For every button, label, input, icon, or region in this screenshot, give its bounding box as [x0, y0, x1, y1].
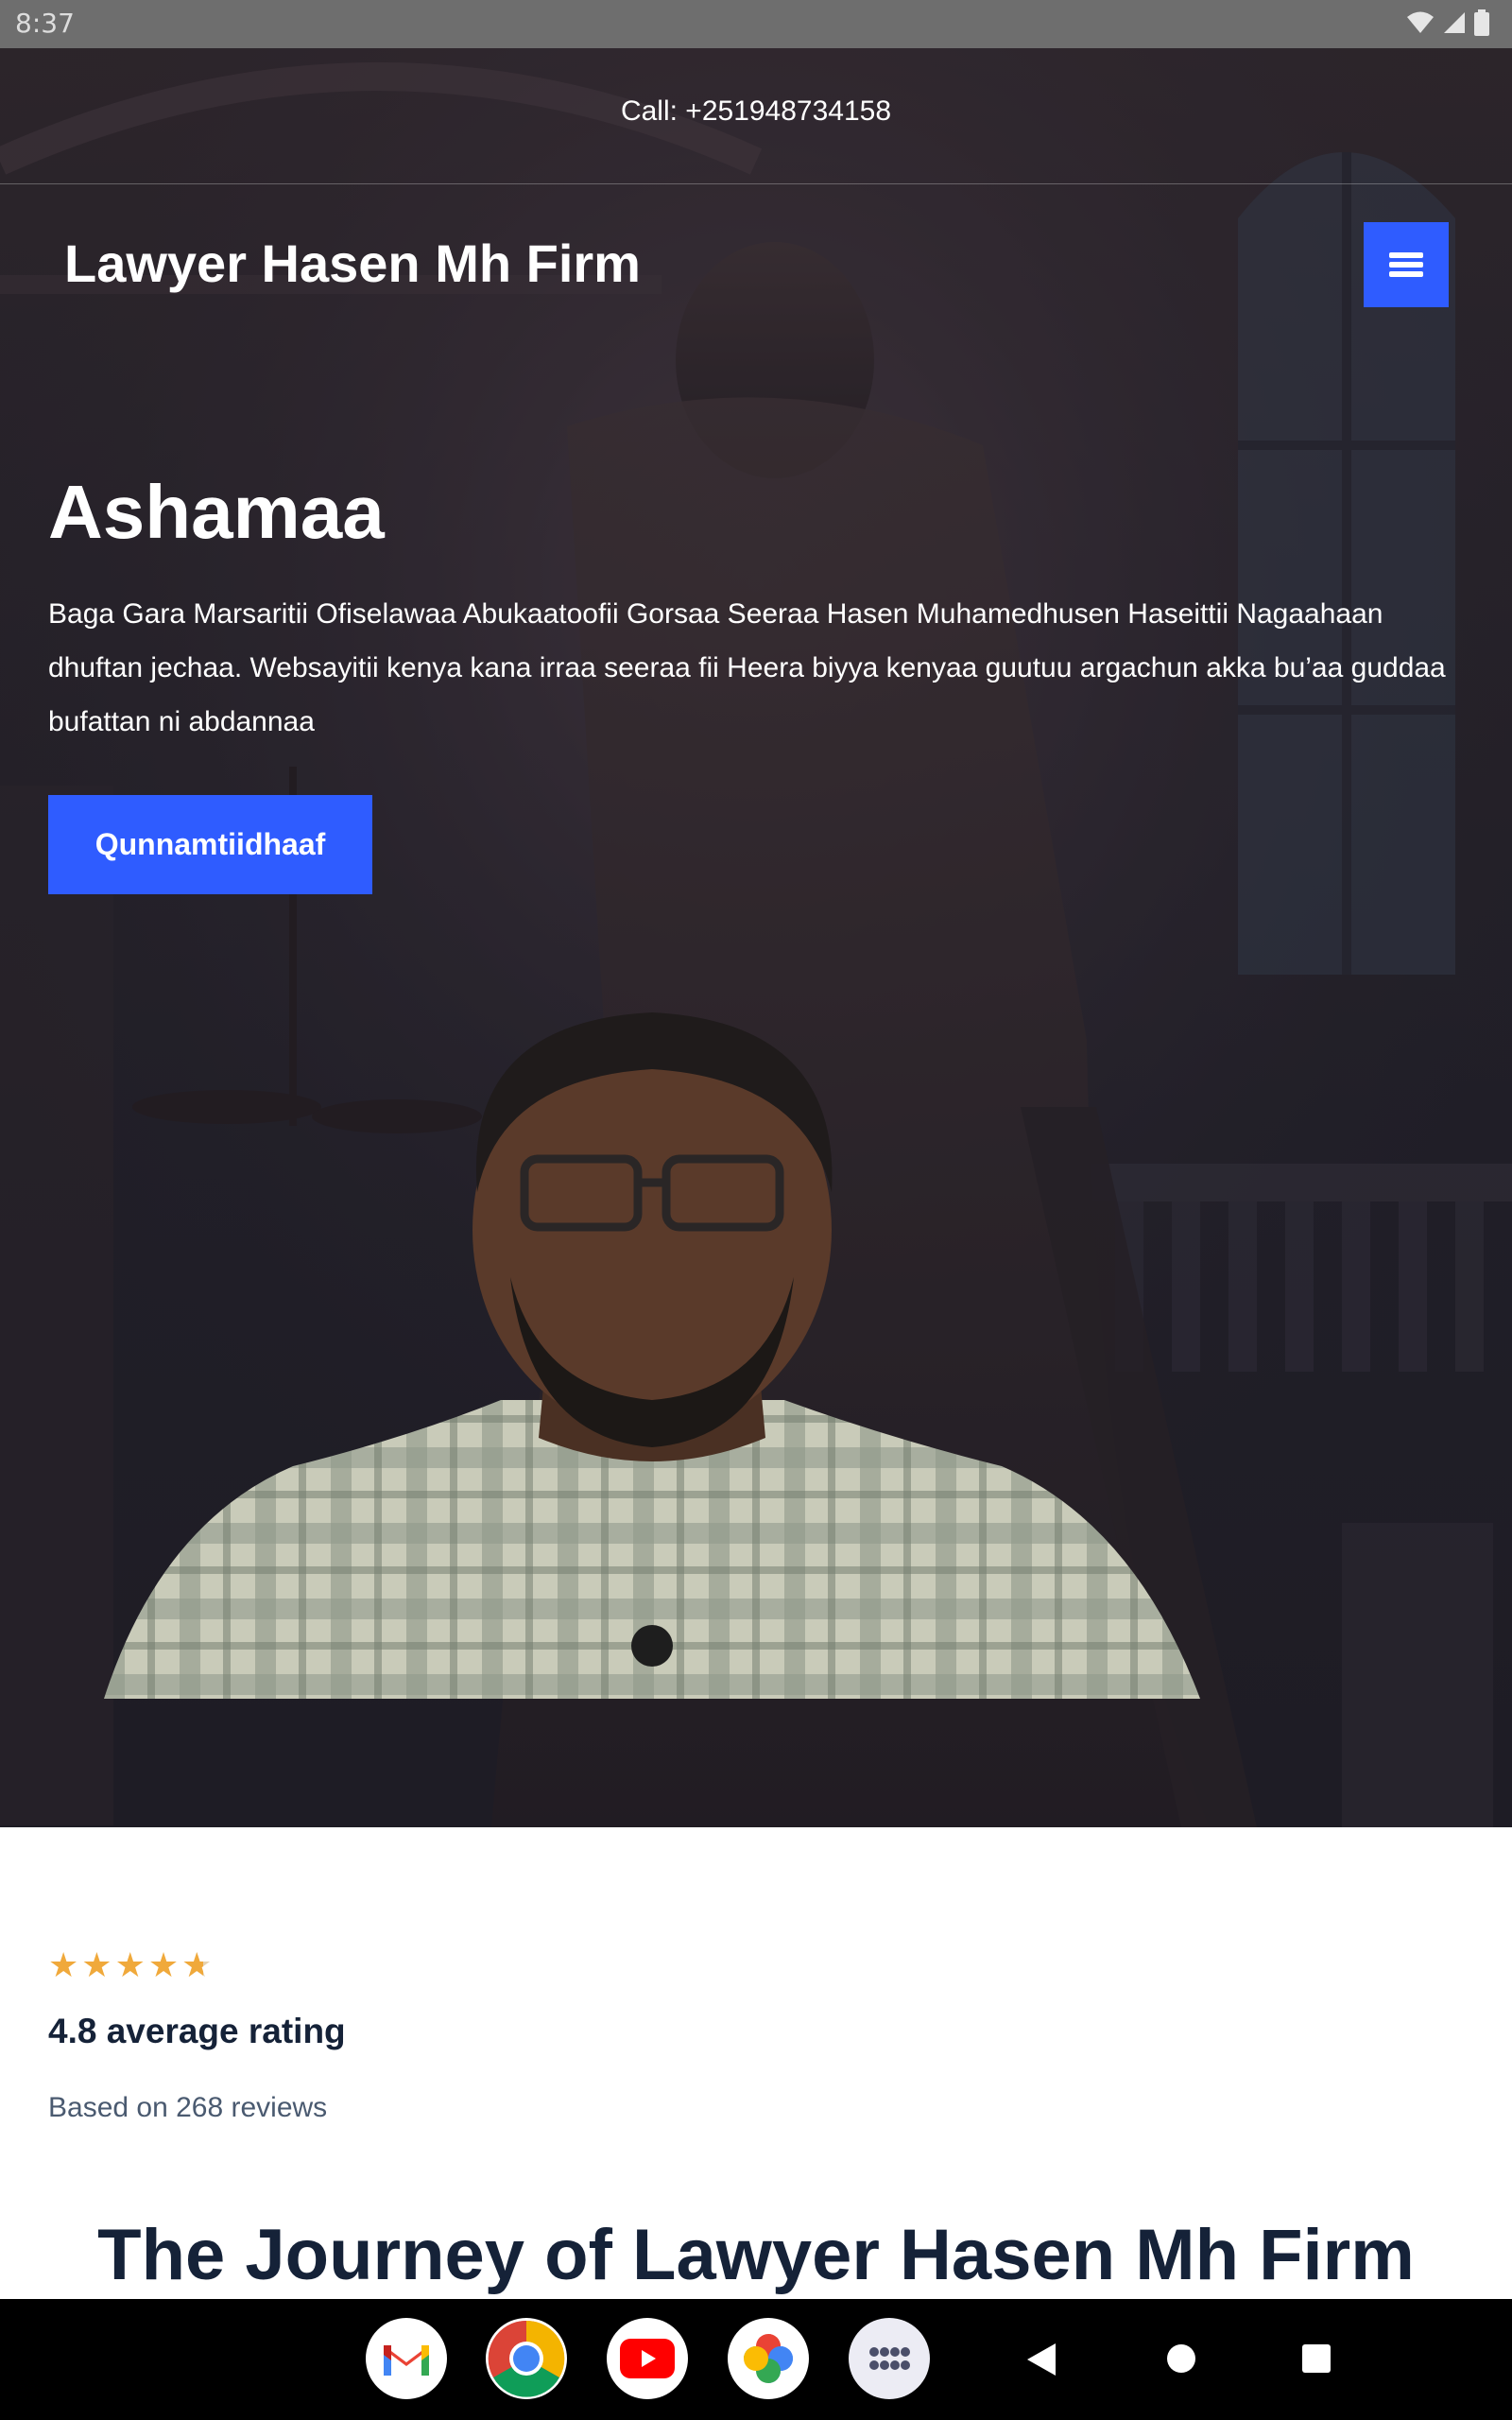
gmail-icon[interactable] — [366, 2318, 447, 2399]
section-title: The Journey of Lawyer Hasen Mh Firm — [97, 2215, 1415, 2295]
status-bar: 8:37 — [0, 0, 1512, 48]
status-icons — [1406, 9, 1489, 36]
contact-button[interactable]: Qunnamtiidhaaf — [48, 795, 372, 894]
hero-description: Baga Gara Marsaritii Ofiselawaa Abukaato… — [48, 598, 1446, 737]
hero-section: Call: +251948734158 Lawyer Hasen Mh Firm… — [0, 48, 1512, 1827]
half-star-icon: ★ ★ — [181, 1946, 213, 1985]
recents-icon[interactable] — [1302, 2344, 1331, 2377]
photos-icon[interactable] — [728, 2318, 809, 2399]
star-icon: ★ — [114, 1946, 146, 1985]
battery-icon — [1474, 9, 1489, 36]
site-brand[interactable]: Lawyer Hasen Mh Firm — [64, 233, 641, 294]
rating-title: 4.8 average rating — [48, 2012, 346, 2050]
star-icon: ★ — [147, 1946, 180, 1985]
app-drawer-icon[interactable] — [849, 2318, 930, 2399]
top-call-bar: Call: +251948734158 — [0, 48, 1512, 184]
signal-icon — [1442, 10, 1467, 35]
rating-stars: ★ ★ ★ ★ ★ ★ — [48, 1949, 212, 1983]
back-icon[interactable] — [1025, 2342, 1057, 2381]
youtube-icon[interactable] — [607, 2318, 688, 2399]
chrome-icon[interactable] — [486, 2318, 567, 2399]
status-time: 8:37 — [15, 8, 75, 39]
wifi-icon — [1406, 10, 1435, 35]
star-icon: ★ — [48, 1946, 79, 1985]
star-icon: ★ — [81, 1946, 112, 1985]
hamburger-menu-icon — [1389, 249, 1423, 281]
rating-subtitle: Based on 268 reviews — [48, 2092, 328, 2123]
home-icon[interactable] — [1166, 2343, 1196, 2378]
lawyer-portrait — [104, 1012, 1200, 1699]
call-phone-link[interactable]: Call: +251948734158 — [0, 95, 1512, 128]
hero-title: Ashamaa — [48, 470, 385, 554]
menu-button[interactable] — [1364, 222, 1449, 307]
